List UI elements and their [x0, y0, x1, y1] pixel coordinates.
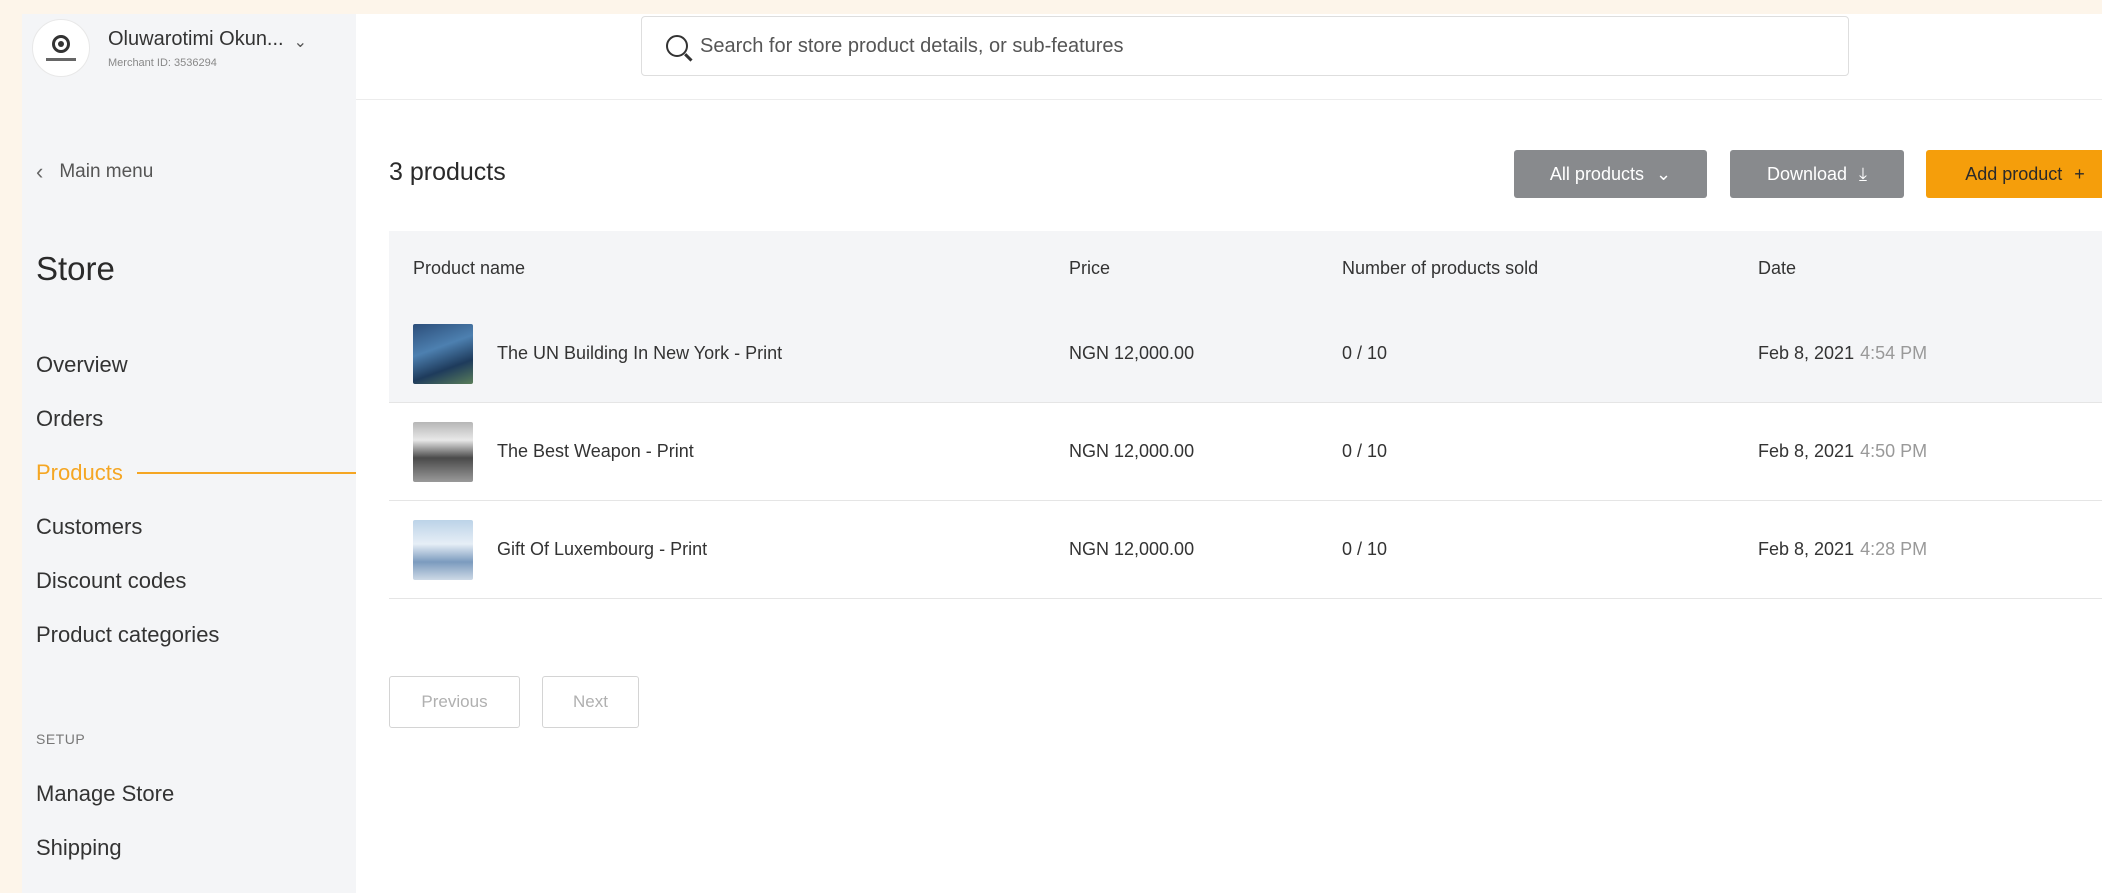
sidebar-item-orders[interactable]: Orders [36, 392, 356, 446]
product-price: NGN 12,000.00 [1069, 343, 1195, 363]
product-date: Feb 8, 2021 4:28 PM [1758, 539, 1928, 559]
sidebar-item-discount-codes[interactable]: Discount codes [36, 554, 356, 608]
sidebar-item-manage-store[interactable]: Manage Store [36, 767, 336, 821]
main-menu-link[interactable]: ‹ Main menu [36, 159, 153, 185]
product-thumbnail [413, 519, 473, 580]
page-title: 3 products [389, 158, 506, 186]
sidebar-item-product-categories[interactable]: Product categories [36, 608, 356, 662]
products-table: Product name Price Number of products so… [389, 231, 2102, 599]
plus-icon: + [2074, 163, 2085, 184]
table-row[interactable]: The Best Weapon - Print NGN 12,000.00 0 … [389, 403, 2102, 501]
product-name: The UN Building In New York - Print [497, 343, 783, 363]
sidebar-item-customers[interactable]: Customers [36, 500, 356, 554]
column-header-date[interactable]: Date [1758, 258, 2102, 279]
product-sold: 0 / 10 [1342, 441, 1388, 461]
main-menu-label: Main menu [59, 161, 154, 182]
pagination: Previous Next [389, 676, 639, 728]
chevron-down-icon: ⌄ [1655, 163, 1672, 184]
products-header: 3 products All products ⌄ Download ⤓ Add… [356, 150, 2102, 200]
sidebar-item-shipping[interactable]: Shipping [36, 821, 336, 875]
chevron-down-icon[interactable]: ⌄ [294, 32, 307, 52]
setup-nav: Manage Store Shipping [36, 767, 336, 875]
product-price: NGN 12,000.00 [1069, 441, 1195, 461]
product-name: Gift Of Luxembourg - Print [497, 539, 708, 559]
main-content: 3 products All products ⌄ Download ⤓ Add… [356, 14, 2102, 893]
column-header-price[interactable]: Price [1069, 258, 1342, 279]
product-sold: 0 / 10 [1342, 539, 1388, 559]
store-nav: Overview Orders Products Customers Disco… [36, 338, 356, 662]
product-sold: 0 / 10 [1342, 343, 1388, 363]
top-bar [356, 14, 2102, 100]
product-date: Feb 8, 2021 4:54 PM [1758, 343, 1928, 363]
previous-page-button[interactable]: Previous [389, 676, 520, 728]
search-icon [666, 35, 688, 57]
column-header-sold[interactable]: Number of products sold [1342, 258, 1758, 279]
table-header: Product name Price Number of products so… [389, 231, 2102, 305]
product-thumbnail [413, 421, 473, 482]
table-row[interactable]: The UN Building In New York - Print NGN … [389, 305, 2102, 403]
download-icon: ⤓ [1859, 163, 1868, 184]
column-header-name[interactable]: Product name [389, 258, 1069, 279]
app-window: Oluwarotimi Okun... ⌄ Merchant ID: 35362… [22, 14, 2102, 893]
next-page-button[interactable]: Next [542, 676, 639, 728]
merchant-id: Merchant ID: 3536294 [108, 56, 217, 69]
setup-section-label: SETUP [36, 731, 86, 747]
product-name: The Best Weapon - Print [497, 441, 694, 461]
add-product-button[interactable]: Add product + [1926, 150, 2102, 198]
product-date: Feb 8, 2021 4:50 PM [1758, 441, 1928, 461]
product-price: NGN 12,000.00 [1069, 539, 1195, 559]
table-row[interactable]: Gift Of Luxembourg - Print NGN 12,000.00… [389, 501, 2102, 599]
merchant-logo [32, 19, 90, 77]
download-button[interactable]: Download ⤓ [1730, 150, 1904, 198]
sidebar-item-overview[interactable]: Overview [36, 338, 356, 392]
chevron-left-icon: ‹ [36, 159, 44, 184]
search-input[interactable] [700, 34, 1800, 58]
active-indicator [136, 472, 356, 474]
sidebar-item-products[interactable]: Products [36, 446, 356, 500]
sidebar: Oluwarotimi Okun... ⌄ Merchant ID: 35362… [22, 14, 356, 893]
search-bar[interactable] [641, 16, 1849, 76]
product-thumbnail [413, 323, 473, 384]
account-name: Oluwarotimi Okun... [108, 27, 284, 50]
account-switcher[interactable]: Oluwarotimi Okun... ⌄ Merchant ID: 35362… [32, 19, 307, 77]
filter-dropdown[interactable]: All products ⌄ [1514, 150, 1707, 198]
logo-mark-icon [52, 35, 70, 53]
section-title: Store [36, 250, 115, 287]
